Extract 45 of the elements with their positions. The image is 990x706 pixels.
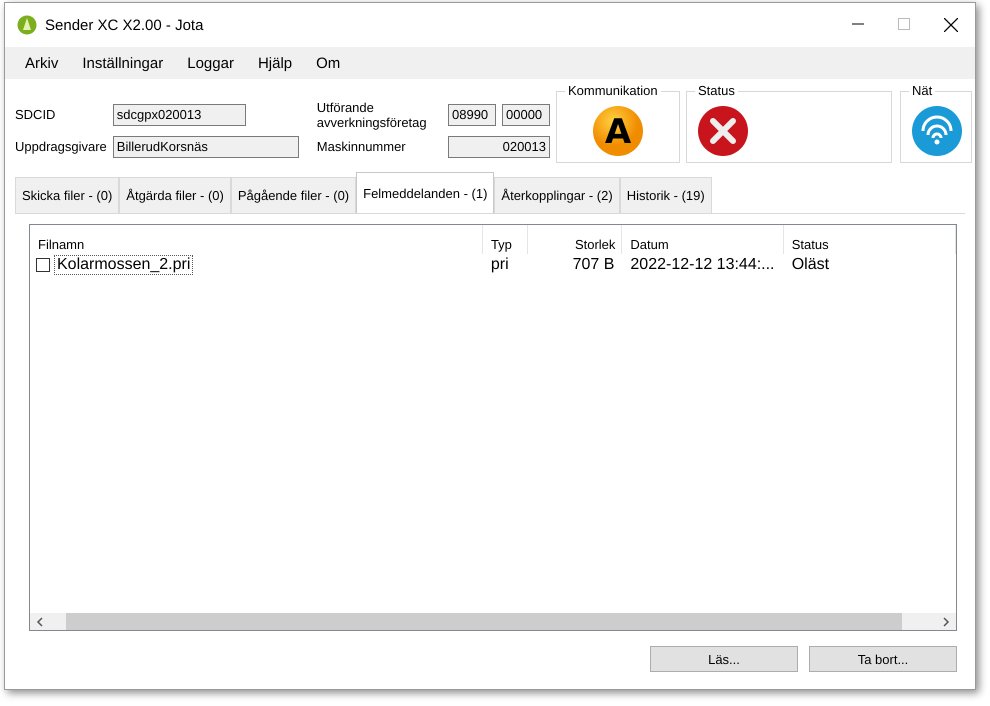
table-cell-text: pri xyxy=(490,256,510,274)
table-cell-text: 2022-12-12 13:44:... xyxy=(629,256,776,274)
scroll-right-icon[interactable] xyxy=(942,616,950,626)
tab[interactable]: Pågående filer - (0) xyxy=(230,177,356,213)
tab[interactable]: Återkopplingar - (2) xyxy=(494,177,620,213)
menu-item[interactable]: Hjälp xyxy=(246,54,304,72)
group-title: Nät xyxy=(909,83,936,98)
menu-item[interactable]: Loggar xyxy=(175,54,246,72)
action-button[interactable]: Ta bort... xyxy=(809,646,957,672)
column-header[interactable]: Filnamn xyxy=(30,225,483,254)
field-label: SDCID xyxy=(15,107,56,122)
tab[interactable]: Historik - (19) xyxy=(620,177,712,213)
menu-item[interactable]: Om xyxy=(304,54,352,72)
group-title: Status xyxy=(695,83,738,98)
tab[interactable]: Skicka filer - (0) xyxy=(15,177,120,213)
app-logo-icon xyxy=(17,15,37,35)
group-title: Kommunikation xyxy=(565,83,661,98)
table-cell: Kolarmossen_2.pri xyxy=(54,255,194,275)
company-field[interactable]: 08990 xyxy=(448,104,496,126)
sdcid-field[interactable]: sdcgpx020013 xyxy=(112,104,246,126)
table-cell-text: 707 B xyxy=(572,256,616,274)
column-header[interactable]: Status xyxy=(784,225,956,254)
field-label: Maskinnummer xyxy=(316,139,406,154)
letter-badge-icon: A xyxy=(592,105,644,157)
error-icon xyxy=(697,105,749,157)
tab[interactable]: Felmeddelanden - (1) xyxy=(356,172,494,213)
horizontal-scrollbar[interactable] xyxy=(30,613,956,630)
menu-item[interactable]: Arkiv xyxy=(13,54,70,72)
column-header[interactable]: Typ xyxy=(482,225,528,254)
field-label: Utförande avverkningsföretag xyxy=(316,100,428,130)
tab[interactable]: Åtgärda filer - (0) xyxy=(119,177,231,213)
table-cell-text: Oläst xyxy=(790,256,830,274)
machine-field[interactable]: 020013 xyxy=(448,136,550,158)
wifi-icon xyxy=(911,105,963,157)
menu-item[interactable]: Inställningar xyxy=(70,54,176,72)
client-field[interactable]: BillerudKorsnäs xyxy=(112,136,299,158)
window-title: Sender XC X2.00 - Jota xyxy=(45,16,204,34)
field-label: Uppdragsgivare xyxy=(15,139,107,154)
company-field[interactable]: 00000 xyxy=(502,104,550,126)
close-icon[interactable] xyxy=(944,18,958,32)
column-header[interactable]: Datum xyxy=(622,225,784,254)
checkbox[interactable] xyxy=(36,258,50,272)
column-header[interactable]: Storlek xyxy=(528,225,622,254)
scroll-left-icon[interactable] xyxy=(36,616,44,626)
action-button[interactable]: Läs... xyxy=(650,646,798,672)
